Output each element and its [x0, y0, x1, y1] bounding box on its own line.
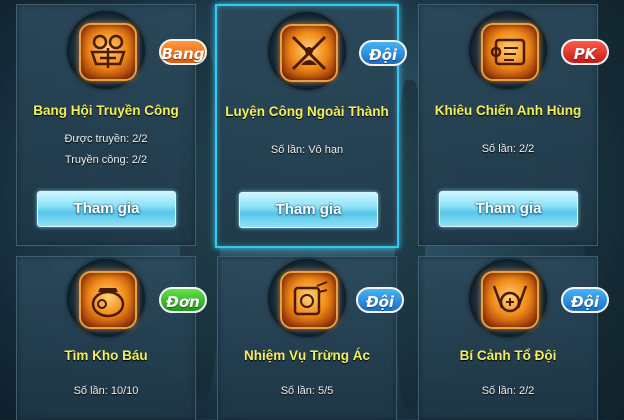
tag-team: Đội [561, 287, 609, 313]
activity-icon-frame [67, 259, 145, 337]
activity-icon-frame [268, 12, 346, 90]
tag-team: Đội [356, 287, 404, 313]
activity-title: Tìm Kho Báu [64, 348, 148, 363]
team-secret-realm-icon [481, 271, 539, 329]
activity-title: Khiêu Chiến Anh Hùng [434, 103, 582, 118]
activity-info: Số lần: 5/5 [280, 385, 334, 397]
scroll-challenge-icon [481, 23, 539, 81]
activity-icon-frame [268, 259, 346, 337]
activity-title: Bí Cảnh Tổ Đội [459, 348, 557, 363]
activity-icon-frame [469, 259, 547, 337]
activity-card-treasure-hunt[interactable]: Đơn Tìm Kho Báu Số lần: 10/10 [16, 256, 207, 420]
activity-info: Truyền công: 2/2 [64, 154, 148, 166]
tag-guild: Bang [159, 39, 207, 65]
guild-pass-icon [79, 23, 137, 81]
tag-pk: PK [561, 39, 609, 65]
activity-icon-frame [469, 11, 547, 89]
activity-card-hero-challenge[interactable]: PK Khiêu Chiến Anh Hùng Số lần: 2/2 Tham… [418, 4, 609, 246]
join-button[interactable]: Tham gia [37, 191, 176, 227]
join-button[interactable]: Tham gia [239, 192, 378, 228]
activity-info: Số lần: 2/2 [481, 385, 535, 397]
activity-title: Luyện Công Ngoài Thành [225, 104, 389, 119]
activity-title: Nhiệm Vụ Trừng Ác [243, 348, 371, 363]
activity-info: Số lần: Vô hạn [270, 144, 344, 156]
activity-card-team-secret-realm[interactable]: Đội Bí Cảnh Tổ Đội Số lần: 2/2 [418, 256, 609, 420]
activity-icon-frame [67, 11, 145, 89]
punish-evil-icon [280, 271, 338, 329]
tag-team: Đội [359, 40, 407, 66]
activity-card-guild-transfer[interactable]: Bang Bang Hội Truyền Công Được truyền: 2… [16, 4, 207, 246]
activity-info: Số lần: 2/2 [481, 143, 535, 155]
crossed-swords-meditation-icon [280, 24, 338, 82]
tag-solo: Đơn [159, 287, 207, 313]
activity-info: Số lần: 10/10 [73, 385, 139, 397]
treasure-pot-icon [79, 271, 137, 329]
activity-card-outer-training[interactable]: Đội Luyện Công Ngoài Thành Số lần: Vô hạ… [215, 4, 407, 248]
activity-card-punish-evil[interactable]: Đội Nhiệm Vụ Trừng Ác Số lần: 5/5 [217, 256, 404, 420]
activity-title: Bang Hội Truyền Công [33, 103, 179, 118]
join-button[interactable]: Tham gia [439, 191, 578, 227]
activity-info: Được truyền: 2/2 [64, 133, 148, 145]
